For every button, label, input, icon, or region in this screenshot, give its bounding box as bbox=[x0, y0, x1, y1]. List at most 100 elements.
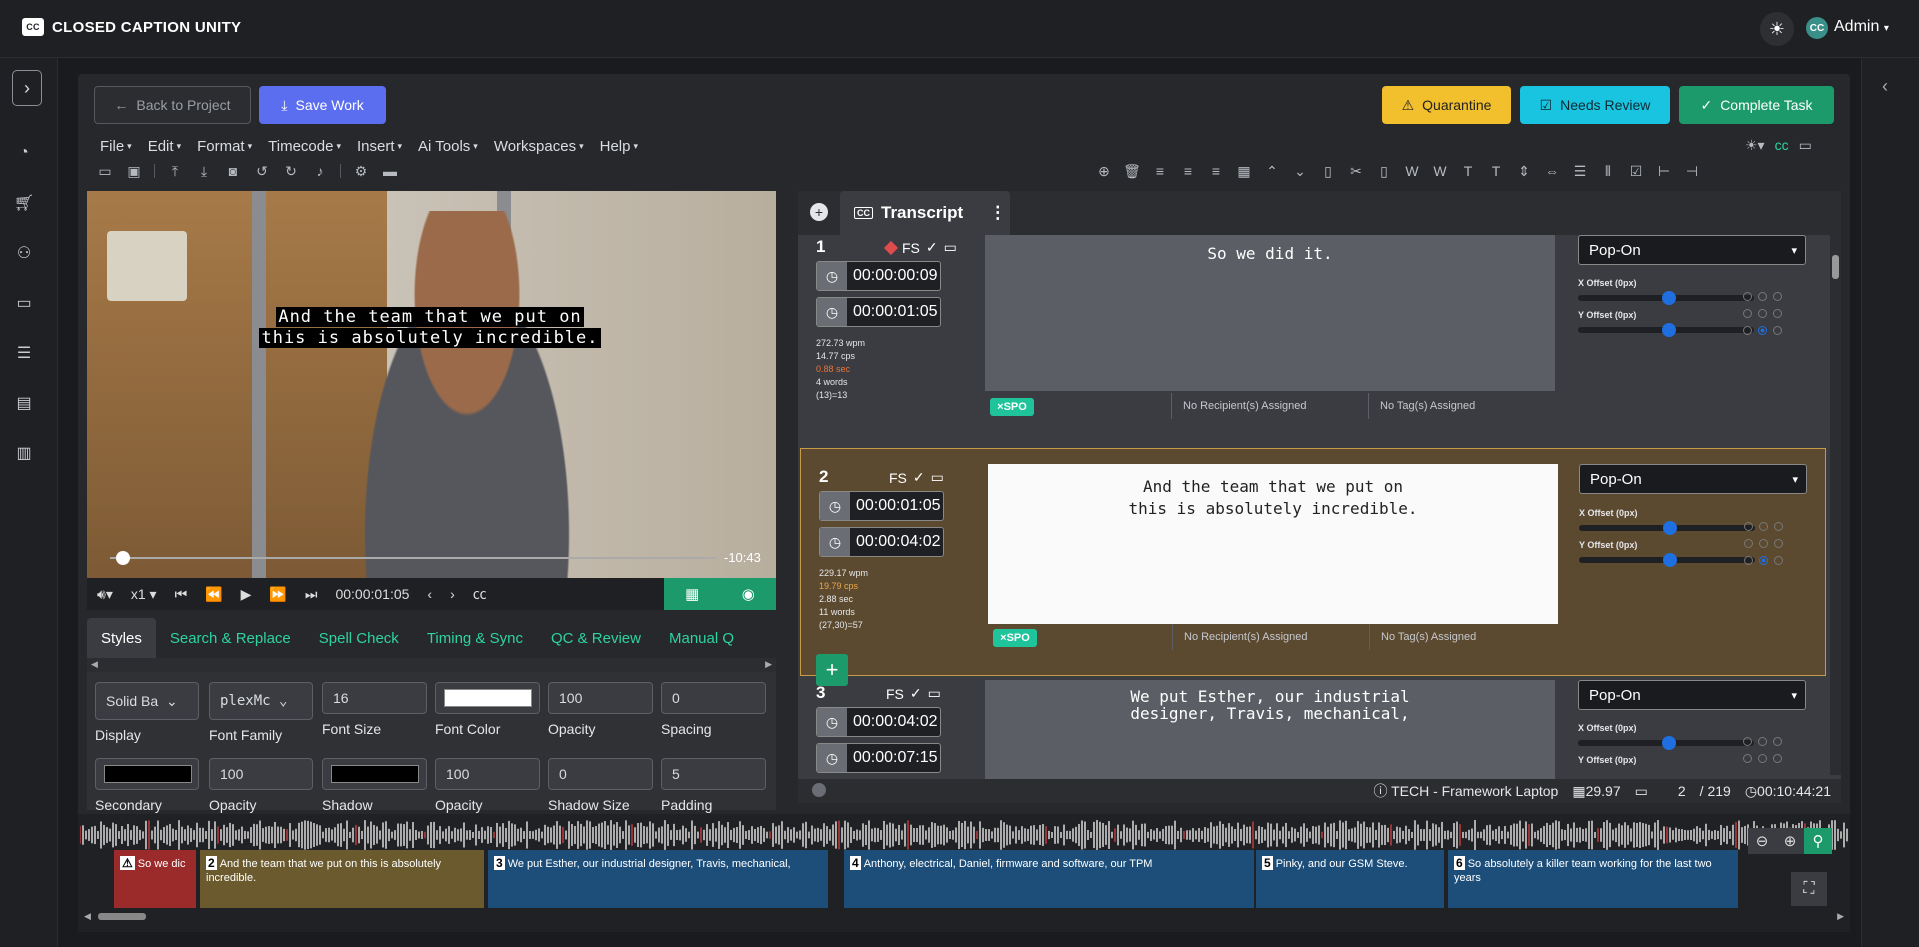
fast-forward-icon[interactable]: ⏩ bbox=[269, 586, 286, 603]
sun-icon[interactable]: ☀▾ bbox=[1745, 137, 1765, 154]
quarantine-button[interactable]: ⚠ Quarantine bbox=[1382, 86, 1511, 124]
tabs-scrollbar[interactable]: ◀ ▶ bbox=[87, 658, 776, 672]
font-size-input[interactable]: 16 bbox=[322, 682, 427, 714]
folder-icon[interactable]: ▭ bbox=[13, 292, 35, 314]
caption-mode-select[interactable]: Pop-On ▾ bbox=[1578, 235, 1806, 265]
menu-file[interactable]: File ▾ bbox=[92, 134, 140, 158]
scroll-thumb[interactable] bbox=[1832, 255, 1839, 279]
position-dot[interactable] bbox=[1743, 326, 1752, 335]
undo-icon[interactable]: ↺ bbox=[253, 162, 271, 180]
check-box-icon[interactable]: ☑ bbox=[1627, 162, 1645, 180]
timeline-scrollbar[interactable]: ◀ ▶ bbox=[84, 910, 1844, 922]
document-icon[interactable]: ▤ bbox=[13, 392, 35, 414]
cart-icon[interactable]: 🛒︎ bbox=[13, 192, 35, 214]
comment-icon[interactable]: ▭ bbox=[931, 469, 944, 486]
spacing-input[interactable]: 0 bbox=[661, 682, 766, 714]
timeline-region[interactable]: 2 And the team that we put on this is abs… bbox=[200, 850, 484, 908]
cue-row[interactable]: 1 FS ✓ ▭ ◷ 00:00:00:09 ◷ 00:00:01:05 272.73 … bbox=[798, 235, 1830, 445]
align-start-icon[interactable]: ⊢ bbox=[1655, 162, 1673, 180]
speaker-tag[interactable]: × SPO bbox=[993, 629, 1037, 647]
volume-icon[interactable]: 🔊︎▾ bbox=[97, 586, 113, 603]
tab-manual-qc[interactable]: Manual Q bbox=[655, 618, 748, 658]
chevron-up-icon[interactable]: ⌃ bbox=[1263, 162, 1281, 180]
position-dot[interactable] bbox=[1759, 522, 1768, 531]
tab-styles[interactable]: Styles bbox=[87, 618, 156, 658]
tab-spell-check[interactable]: Spell Check bbox=[305, 618, 413, 658]
paste-icon[interactable]: ▯ bbox=[1375, 162, 1393, 180]
cc-lock-icon[interactable]: ㏄ bbox=[473, 584, 487, 604]
seek-bar[interactable] bbox=[110, 557, 716, 559]
back-to-project-button[interactable]: ← Back to Project bbox=[94, 86, 251, 124]
columns-icon[interactable]: ⫴ bbox=[1599, 162, 1617, 180]
text-up-icon[interactable]: T bbox=[1459, 162, 1477, 180]
start-time-field[interactable]: ◷ 00:00:04:02 bbox=[816, 707, 941, 737]
shadow-size-input[interactable]: 0 bbox=[548, 758, 653, 790]
end-time-field[interactable]: ◷ 00:00:01:05 bbox=[816, 297, 941, 327]
start-time-field[interactable]: ◷ 00:00:01:05 bbox=[819, 491, 944, 521]
caption-mode-select[interactable]: Pop-On ▾ bbox=[1579, 464, 1807, 494]
position-dot[interactable] bbox=[1744, 556, 1753, 565]
position-dot[interactable] bbox=[1773, 737, 1782, 746]
timeline-region[interactable]: 3 We put Esther, our industrial designer,… bbox=[488, 850, 828, 908]
position-dot[interactable] bbox=[1743, 292, 1752, 301]
position-dot[interactable] bbox=[1758, 309, 1767, 318]
cue-row[interactable]: 3 FS ✓ ▭ ◷ 00:00:04:02 ◷ 00:00:07:15 We put … bbox=[798, 679, 1830, 779]
word-up-icon[interactable]: W bbox=[1403, 162, 1421, 180]
rewind-icon[interactable]: ⏪ bbox=[205, 586, 222, 603]
check-circle-icon[interactable]: ✓ bbox=[913, 469, 925, 486]
position-dot[interactable] bbox=[1743, 309, 1752, 318]
slider-handle[interactable] bbox=[1662, 736, 1676, 750]
slider-handle[interactable] bbox=[1662, 323, 1676, 337]
panel-icon[interactable]: ▭ bbox=[1799, 137, 1812, 154]
menu-workspaces[interactable]: Workspaces ▾ bbox=[486, 134, 592, 158]
theme-toggle-button[interactable]: ☀ bbox=[1760, 12, 1794, 46]
map-pin-icon[interactable]: ⚲ bbox=[1804, 828, 1832, 854]
y-offset-slider[interactable] bbox=[1578, 323, 1754, 337]
skip-end-icon[interactable]: ⏭ bbox=[305, 586, 318, 603]
keyboard-icon[interactable]: ▬ bbox=[381, 162, 399, 180]
start-time-field[interactable]: ◷ 00:00:00:09 bbox=[816, 261, 941, 291]
add-panel-icon[interactable]: + bbox=[810, 203, 828, 221]
chevron-down-icon[interactable]: ⌄ bbox=[1291, 162, 1309, 180]
scroll-thumb[interactable] bbox=[98, 913, 146, 920]
next-icon[interactable]: › bbox=[450, 586, 455, 602]
tags-label[interactable]: No Tag(s) Assigned bbox=[1381, 631, 1476, 643]
split-icon[interactable]: ⇕ bbox=[1515, 162, 1533, 180]
list-icon[interactable]: ☰ bbox=[13, 342, 35, 364]
merge-icon[interactable]: ⇔ bbox=[1543, 162, 1561, 180]
secondary-color-picker[interactable] bbox=[95, 758, 199, 790]
mic-icon[interactable]: ♪ bbox=[311, 162, 329, 180]
position-dot[interactable] bbox=[1744, 522, 1753, 531]
recipient-label[interactable]: No Recipient(s) Assigned bbox=[1184, 631, 1308, 643]
position-dot[interactable] bbox=[1774, 556, 1783, 565]
tags-label[interactable]: No Tag(s) Assigned bbox=[1380, 400, 1475, 412]
position-dot[interactable] bbox=[1758, 292, 1767, 301]
opacity-input[interactable]: 100 bbox=[548, 682, 653, 714]
position-dot[interactable] bbox=[1773, 754, 1782, 763]
align-center-icon[interactable]: ≡ bbox=[1179, 162, 1197, 180]
upload-icon[interactable]: ⤒ bbox=[166, 162, 184, 180]
position-dot[interactable] bbox=[1774, 539, 1783, 548]
caption-text-editor[interactable]: So we did it. bbox=[985, 235, 1555, 391]
position-dot[interactable] bbox=[1773, 309, 1782, 318]
cc-icon[interactable]: cc bbox=[1775, 137, 1789, 154]
opacity-input-3[interactable]: 100 bbox=[435, 758, 540, 790]
position-dot[interactable] bbox=[1758, 737, 1767, 746]
cut-icon[interactable]: ✂ bbox=[1347, 162, 1365, 180]
video-player[interactable] bbox=[87, 191, 776, 578]
fullscreen-icon[interactable]: ⛶ bbox=[1791, 872, 1827, 906]
menu-format[interactable]: Format ▾ bbox=[189, 134, 260, 158]
timeline-region[interactable]: 4 Anthony, electrical, Daniel, firmware a… bbox=[844, 850, 1254, 908]
collapse-panel-icon[interactable]: ‹ bbox=[1882, 76, 1888, 97]
caption-mode-select[interactable]: Pop-On ▾ bbox=[1578, 680, 1806, 710]
zoom-out-icon[interactable]: ⊖ bbox=[1748, 828, 1776, 854]
align-end-icon[interactable]: ⊣ bbox=[1683, 162, 1701, 180]
clipboard-icon[interactable]: ▯ bbox=[1319, 162, 1337, 180]
timeline-region[interactable]: 6 So absolutely a killer team working for… bbox=[1448, 850, 1738, 908]
save-icon[interactable]: ▣ bbox=[125, 162, 143, 180]
tab-search-replace[interactable]: Search & Replace bbox=[156, 618, 305, 658]
more-vertical-icon[interactable]: ⋮ bbox=[989, 203, 1006, 223]
position-dot[interactable] bbox=[1758, 754, 1767, 763]
position-dot[interactable] bbox=[1758, 326, 1767, 335]
slider-handle[interactable] bbox=[1663, 521, 1677, 535]
